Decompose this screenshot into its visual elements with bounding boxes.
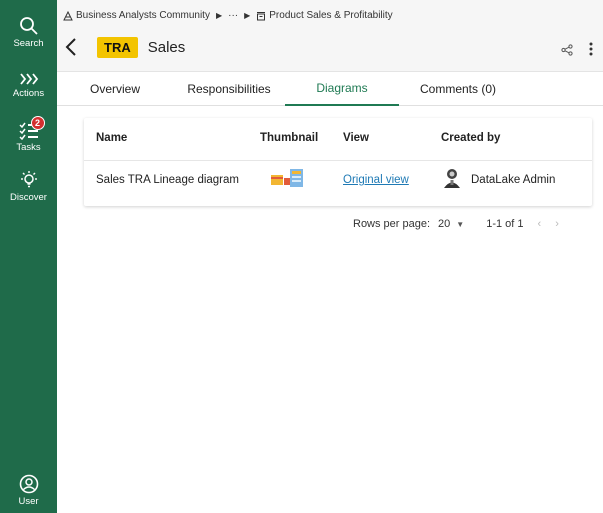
sidebar-item-label: Tasks [16, 142, 41, 153]
breadcrumb-ellipsis[interactable]: ··· [228, 10, 238, 21]
page-range: 1-1 of 1 [486, 218, 524, 230]
diagrams-table: Name Thumbnail View Created by Sales TRA… [84, 118, 592, 206]
breadcrumb-separator-icon: ▶ [244, 11, 251, 20]
share-icon[interactable] [561, 43, 573, 61]
created-by-name: DataLake Admin [471, 174, 556, 186]
sidebar-item-tasks[interactable]: 2 Tasks [0, 116, 57, 153]
header-actions [561, 42, 593, 61]
breadcrumb-separator-icon: ▶ [215, 11, 223, 20]
table-divider [84, 160, 592, 161]
page-title: Sales [147, 38, 186, 56]
caret-down-icon: ▼ [456, 219, 465, 229]
diagram-thumbnail[interactable] [270, 167, 304, 194]
sidebar-item-search[interactable]: Search [0, 16, 57, 49]
rows-per-page-value: 20 [438, 218, 451, 230]
breadcrumb-domain[interactable]: Product Sales & Profitability [269, 10, 392, 21]
notification-badge: 2 [30, 116, 45, 130]
sidebar-item-actions[interactable]: Actions [0, 72, 57, 99]
tab-comments[interactable]: Comments (0) [413, 72, 503, 106]
sidebar: Search Actions 2 Tasks Discover User [0, 0, 57, 513]
title-row: TRA Sales [65, 36, 185, 58]
column-header-created-by[interactable]: Created by [441, 132, 500, 144]
domain-icon [256, 11, 266, 21]
rows-per-page-label: Rows per page: [353, 218, 431, 230]
tab-responsibilities[interactable]: Responsibilities [177, 72, 281, 106]
user-circle-icon [19, 474, 39, 494]
original-view-link[interactable]: Original view [343, 174, 409, 186]
sidebar-item-label: User [18, 496, 39, 507]
next-page-button[interactable]: › [555, 218, 559, 230]
app: Search Actions 2 Tasks Discover User Bus… [0, 0, 603, 513]
tab-overview[interactable]: Overview [75, 72, 155, 106]
sidebar-item-label: Search [13, 38, 44, 49]
lightbulb-icon [19, 170, 39, 190]
rows-per-page-select[interactable]: 20 ▼ [438, 218, 464, 230]
pagination: Rows per page: 20 ▼ 1-1 of 1 ‹ › [353, 218, 559, 230]
column-header-view: View [343, 132, 369, 144]
back-arrow-icon[interactable] [65, 36, 83, 58]
diagram-name: Sales TRA Lineage diagram [96, 174, 239, 186]
previous-page-button[interactable]: ‹ [538, 218, 542, 230]
sidebar-item-discover[interactable]: Discover [0, 170, 57, 203]
community-icon [63, 10, 73, 21]
more-vertical-icon[interactable] [589, 42, 593, 61]
asset-type-badge: TRA [97, 36, 138, 58]
sidebar-item-user[interactable]: User [0, 474, 57, 507]
breadcrumb-community[interactable]: Business Analysts Community [76, 10, 210, 21]
search-icon [19, 16, 39, 36]
tab-diagrams[interactable]: Diagrams [285, 72, 399, 106]
breadcrumb: Business Analysts Community ▶ ··· ▶ Prod… [63, 10, 393, 21]
column-header-thumbnail: Thumbnail [260, 132, 319, 144]
tab-bar: Overview Responsibilities Diagrams Comme… [57, 72, 603, 106]
chevrons-right-icon [19, 72, 39, 86]
sidebar-item-label: Discover [10, 192, 47, 203]
page-header: Business Analysts Community ▶ ··· ▶ Prod… [57, 0, 603, 72]
column-header-name[interactable]: Name [96, 132, 127, 144]
avatar [441, 167, 463, 194]
task-list-icon: 2 [18, 116, 45, 140]
sidebar-item-label: Actions [12, 88, 45, 99]
